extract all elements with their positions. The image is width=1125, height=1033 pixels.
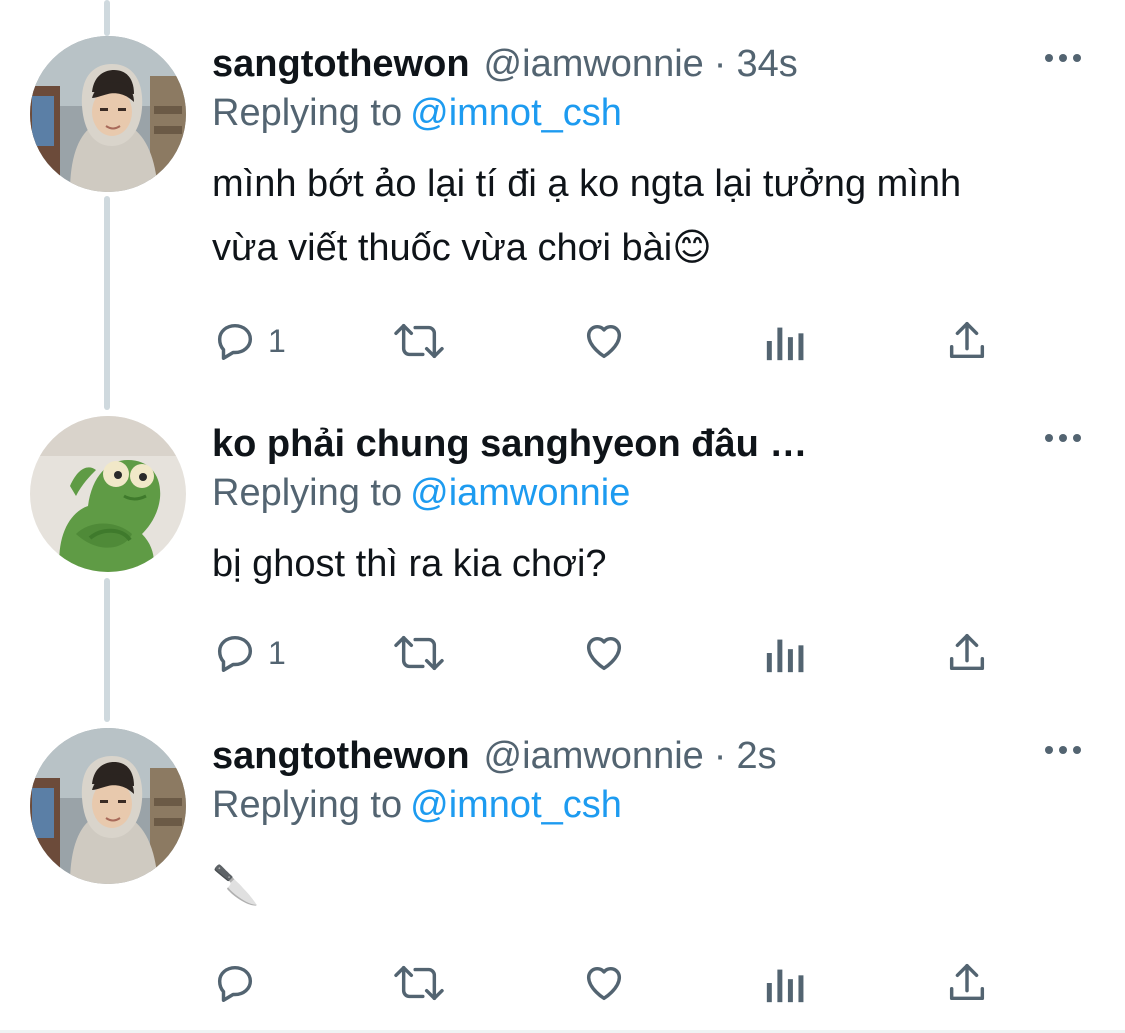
reply-button[interactable]: 1 [212, 316, 286, 366]
action-bar [212, 958, 1012, 1008]
action-bar: 1 [212, 628, 1012, 678]
tweet-header: sangtothewon @iamwonnie · 34s [212, 36, 798, 92]
retweet-icon [394, 635, 444, 671]
tweet-text: bị ghost thì ra kia chơi? [212, 543, 607, 585]
share-button[interactable] [944, 628, 990, 678]
replying-to: Replying to @iamwonnie [212, 472, 630, 515]
like-button[interactable] [580, 628, 628, 678]
analytics-button[interactable] [764, 628, 808, 678]
reply-icon [217, 965, 253, 1002]
like-icon [586, 324, 622, 359]
replying-to: Replying to @imnot_csh [212, 92, 622, 135]
avatar[interactable] [30, 36, 186, 192]
more-icon[interactable] [1045, 746, 1081, 754]
timestamp[interactable]: 34s [736, 43, 797, 86]
tweet[interactable]: ko phải chung sanghyeon đâu … Replying t… [0, 416, 1125, 716]
person-in-hoodie-avatar [30, 36, 186, 192]
tweet-text: 🔪 [212, 865, 260, 907]
avatar[interactable] [30, 728, 186, 884]
analytics-icon [766, 327, 804, 361]
like-button[interactable] [580, 958, 628, 1008]
reply-button[interactable]: 1 [212, 628, 286, 678]
reply-count: 1 [268, 634, 286, 671]
retweet-button[interactable] [390, 628, 448, 678]
mention-link[interactable]: @imnot_csh [410, 784, 622, 826]
reply-icon [217, 635, 253, 672]
green-frog-plush-avatar [30, 416, 186, 572]
user-handle[interactable]: @iamwonnie [484, 735, 704, 778]
share-button[interactable] [944, 958, 990, 1008]
tweet[interactable]: sangtothewon @iamwonnie · 2s Replying to… [0, 728, 1125, 1018]
user-handle[interactable]: @iamwonnie [484, 43, 704, 86]
tweet[interactable]: sangtothewon @iamwonnie · 34s Replying t… [0, 36, 1125, 376]
more-icon[interactable] [1045, 434, 1081, 442]
share-icon [949, 964, 985, 1001]
mention-link[interactable]: @imnot_csh [410, 92, 622, 134]
tweet-header: sangtothewon @iamwonnie · 2s [212, 728, 777, 784]
like-button[interactable] [580, 316, 628, 366]
timestamp[interactable]: 2s [736, 735, 776, 778]
share-button[interactable] [944, 316, 990, 366]
display-name[interactable]: sangtothewon [212, 735, 470, 778]
action-bar: 1 [212, 316, 1012, 366]
retweet-button[interactable] [390, 316, 448, 366]
replying-label: Replying to [212, 472, 403, 514]
share-icon [949, 634, 985, 671]
analytics-icon [766, 969, 804, 1003]
analytics-icon [766, 639, 804, 673]
display-name[interactable]: sangtothewon [212, 43, 470, 86]
retweet-icon [394, 323, 444, 359]
avatar[interactable] [30, 416, 186, 572]
retweet-icon [394, 965, 444, 1001]
display-name[interactable]: ko phải chung sanghyeon đâu … [212, 423, 807, 466]
replying-label: Replying to [212, 92, 403, 134]
mention-link[interactable]: @iamwonnie [410, 472, 630, 514]
analytics-button[interactable] [764, 958, 808, 1008]
replying-label: Replying to [212, 784, 403, 826]
share-icon [949, 322, 985, 359]
tweet-header: ko phải chung sanghyeon đâu … [212, 416, 807, 472]
reply-icon [217, 323, 253, 360]
more-icon[interactable] [1045, 54, 1081, 62]
tweet-text: mình bớt ảo lại tí đi ạ ko ngta lại tưởn… [212, 163, 962, 269]
like-icon [586, 966, 622, 1001]
reply-count: 1 [268, 322, 286, 359]
retweet-button[interactable] [390, 958, 448, 1008]
thread-line [104, 0, 110, 36]
analytics-button[interactable] [764, 316, 808, 366]
like-icon [586, 636, 622, 671]
person-in-hoodie-avatar [30, 728, 186, 884]
reply-button[interactable] [212, 958, 258, 1008]
separator-dot: · [713, 734, 727, 777]
replying-to: Replying to @imnot_csh [212, 784, 622, 827]
separator-dot: · [713, 42, 727, 85]
